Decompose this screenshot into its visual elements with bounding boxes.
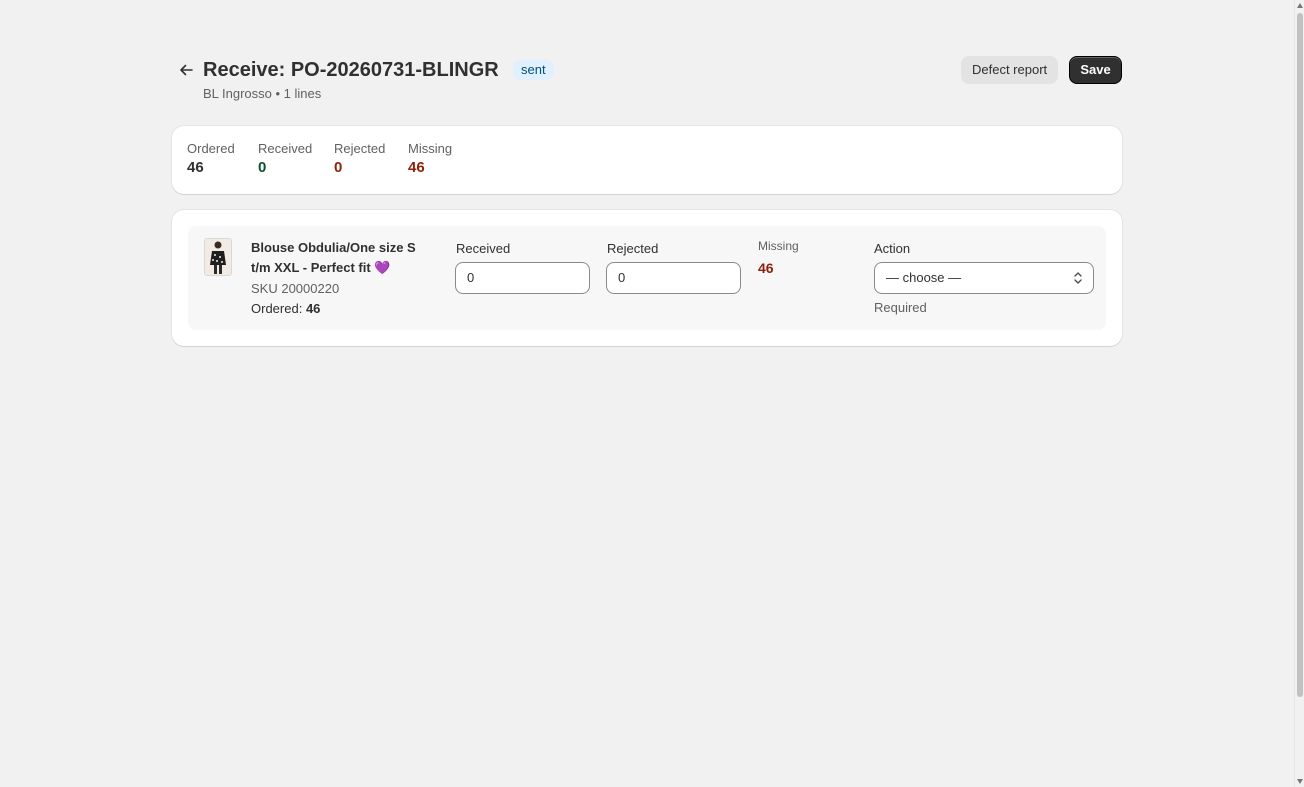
arrow-left-icon xyxy=(180,64,193,76)
summary-card: Ordered 46 Received 0 Rejected 0 Missing… xyxy=(172,126,1122,194)
stat-received-value: 0 xyxy=(258,159,267,176)
page-title: Receive: PO-20260731-BLINGR xyxy=(203,59,499,81)
stat-ordered-label: Ordered xyxy=(187,141,235,156)
scroll-up-icon[interactable] xyxy=(1297,3,1303,8)
stat-received: Received 0 xyxy=(258,141,312,178)
page-subtitle: BL Ingrosso • 1 lines xyxy=(203,86,322,101)
back-button[interactable] xyxy=(175,59,197,81)
missing-value: 46 xyxy=(758,260,774,276)
rejected-field-label: Rejected xyxy=(607,241,659,256)
rejected-input[interactable]: 0 xyxy=(606,262,741,294)
select-chevrons-icon xyxy=(1074,272,1082,284)
scroll-thumb[interactable] xyxy=(1297,13,1303,697)
stat-missing-label: Missing xyxy=(408,141,453,156)
line-item-row: Blouse Obdulia/One size S t/m XXL - Perf… xyxy=(188,226,1106,330)
action-select[interactable]: — choose — xyxy=(874,262,1094,294)
ordered-value: 46 xyxy=(305,301,321,316)
stat-received-label: Received xyxy=(258,141,313,156)
stat-rejected-value: 0 xyxy=(334,159,343,176)
action-required-hint: Required xyxy=(874,300,927,315)
scroll-down-icon[interactable] xyxy=(1297,779,1303,784)
ordered-label: Ordered: xyxy=(251,301,303,316)
defect-report-button[interactable]: Defect report xyxy=(961,56,1059,84)
stat-ordered: Ordered 46 xyxy=(187,141,235,178)
action-select-value: — choose — xyxy=(886,270,962,285)
status-badge: sent xyxy=(513,60,554,80)
action-label: Action xyxy=(874,241,911,256)
stat-missing: Missing 46 xyxy=(408,141,452,178)
stat-rejected: Rejected 0 xyxy=(334,141,385,178)
line-items-card: Blouse Obdulia/One size S t/m XXL - Perf… xyxy=(172,210,1122,346)
product-thumbnail xyxy=(204,238,232,276)
vertical-scrollbar[interactable] xyxy=(1294,0,1304,787)
product-ordered: Ordered: 46 xyxy=(251,300,320,318)
page-header: Receive: PO-20260731-BLINGR sent BL Ingr… xyxy=(172,56,1122,106)
stat-rejected-label: Rejected xyxy=(334,141,386,156)
product-sku: SKU 20000220 xyxy=(251,281,340,296)
product-title: Blouse Obdulia/One size S t/m XXL - Perf… xyxy=(251,240,416,275)
received-field-label: Received xyxy=(456,241,511,256)
stat-missing-value: 46 xyxy=(408,159,425,176)
stat-ordered-value: 46 xyxy=(187,159,204,176)
received-input[interactable]: 0 xyxy=(455,262,590,294)
missing-label: Missing xyxy=(758,239,799,253)
save-button[interactable]: Save xyxy=(1069,56,1122,84)
